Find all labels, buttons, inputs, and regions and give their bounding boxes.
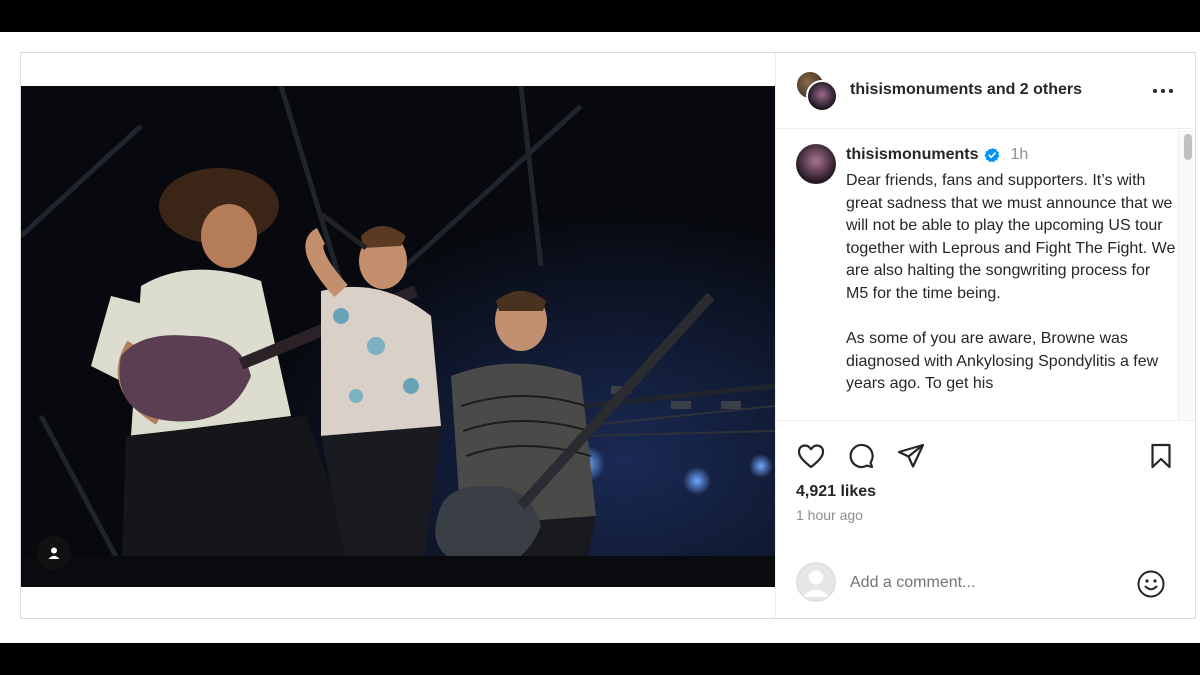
scrollbar-thumb[interactable]	[1184, 134, 1192, 160]
caption-username[interactable]: thisismonuments	[846, 146, 978, 164]
caption-scrollbar[interactable]	[1178, 130, 1194, 420]
user-tag-icon	[48, 547, 60, 559]
post-actions: 4,921 likes 1 hour ago	[776, 420, 1196, 618]
post-photo[interactable]	[21, 86, 775, 587]
post-side-pane: thisismonuments and 2 others thisismonum…	[775, 53, 1196, 618]
caption-time[interactable]: 1h	[1010, 146, 1028, 164]
heart-icon	[797, 444, 825, 469]
likes-count[interactable]: 4,921 likes	[796, 483, 876, 501]
post-card: thisismonuments and 2 others thisismonum…	[20, 52, 1196, 619]
tag-people-button[interactable]	[37, 536, 71, 570]
post-timestamp[interactable]: 1 hour ago	[796, 507, 863, 523]
concert-photo-illustration	[21, 86, 775, 587]
avatar[interactable]	[796, 144, 836, 184]
caption-text: Dear friends, fans and supporters. It’s …	[846, 172, 1176, 393]
letterbox-bottom	[0, 643, 1200, 675]
caption-header: thisismonuments 1h	[846, 146, 1028, 164]
emoji-icon	[1137, 570, 1165, 598]
more-options-button[interactable]	[1148, 79, 1178, 103]
emoji-button[interactable]	[1136, 569, 1166, 599]
default-avatar-icon	[796, 562, 836, 602]
more-dot	[1169, 89, 1173, 93]
letterbox-top	[0, 0, 1200, 32]
avatar	[806, 80, 838, 112]
media-pane	[21, 53, 775, 618]
more-dot	[1161, 89, 1165, 93]
send-icon	[897, 443, 925, 468]
share-button[interactable]	[896, 441, 926, 471]
bookmark-icon	[1151, 443, 1171, 469]
verified-badge-icon	[984, 147, 1000, 163]
collaborator-avatars[interactable]	[795, 70, 839, 114]
like-button[interactable]	[796, 441, 826, 471]
comment-icon	[849, 443, 874, 469]
more-horizontal-icon	[1153, 89, 1157, 93]
header-username[interactable]: thisismonuments	[850, 81, 982, 98]
comment-box	[776, 549, 1196, 619]
collaborators-link[interactable]: and 2 others	[982, 81, 1082, 98]
comment-button[interactable]	[846, 441, 876, 471]
avatar	[796, 562, 836, 602]
post-author-line: thisismonuments and 2 others	[850, 81, 1082, 99]
comment-input[interactable]	[850, 571, 1110, 595]
post-header: thisismonuments and 2 others	[776, 53, 1196, 129]
save-button[interactable]	[1146, 441, 1176, 471]
caption-area[interactable]: thisismonuments 1h Dear friends, fans an…	[776, 130, 1196, 420]
